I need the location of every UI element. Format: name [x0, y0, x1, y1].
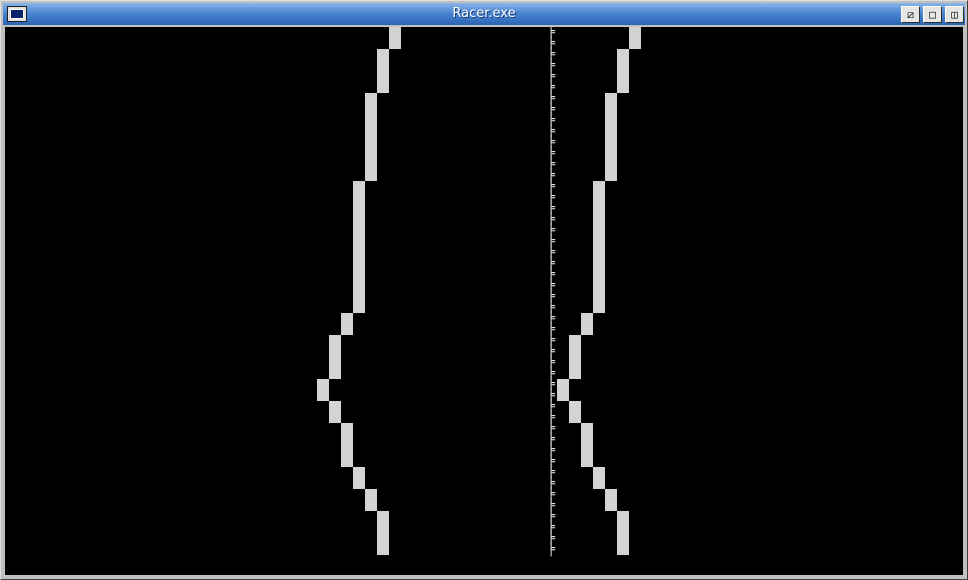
app-window: Racer.exe ⧄ □ ◫ ╞ ╞ ╞ ╞ ╞ ╞ ╞ ╞ ╞ ╞ ╞ ╞ …: [0, 0, 968, 580]
left-road-edge-segment: [389, 27, 401, 49]
road-median: ╞ ╞ ╞ ╞ ╞ ╞ ╞ ╞ ╞ ╞ ╞ ╞ ╞ ╞ ╞ ╞ ╞ ╞ ╞ ╞ …: [547, 27, 555, 557]
maximize-icon: □: [929, 8, 936, 21]
right-road-edge-segment: [581, 313, 593, 335]
title-bar[interactable]: Racer.exe ⧄ □ ◫: [3, 3, 965, 25]
left-road-edge-segment: [341, 313, 353, 335]
restore-button[interactable]: ◫: [945, 6, 964, 23]
right-road-edge-segment: [617, 511, 629, 555]
right-road-edge-segment: [605, 489, 617, 511]
right-road-edge-segment: [569, 335, 581, 379]
resize-icon: ⧄: [907, 8, 914, 21]
resize-button[interactable]: ⧄: [901, 6, 920, 23]
maximize-button[interactable]: □: [923, 6, 942, 23]
right-road-edge-segment: [557, 379, 569, 401]
restore-icon: ◫: [951, 8, 958, 21]
right-road-edge-segment: [617, 49, 629, 93]
right-road-edge-segment: [581, 423, 593, 467]
left-road-edge-segment: [353, 467, 365, 489]
window-title: Racer.exe: [452, 6, 516, 21]
right-road-edge-segment: [569, 401, 581, 423]
game-canvas[interactable]: ╞ ╞ ╞ ╞ ╞ ╞ ╞ ╞ ╞ ╞ ╞ ╞ ╞ ╞ ╞ ╞ ╞ ╞ ╞ ╞ …: [5, 27, 963, 575]
right-road-edge-segment: [629, 27, 641, 49]
right-road-edge-segment: [605, 93, 617, 181]
right-road-edge-segment: [593, 181, 605, 313]
left-road-edge-segment: [365, 93, 377, 181]
left-road-edge-segment: [353, 181, 365, 313]
left-road-edge-segment: [329, 401, 341, 423]
right-road-edge-segment: [593, 467, 605, 489]
left-road-edge-segment: [317, 379, 329, 401]
left-road-edge-segment: [341, 423, 353, 467]
left-road-edge-segment: [377, 49, 389, 93]
left-road-edge-segment: [365, 489, 377, 511]
left-road-edge-segment: [329, 335, 341, 379]
left-road-edge-segment: [377, 511, 389, 555]
